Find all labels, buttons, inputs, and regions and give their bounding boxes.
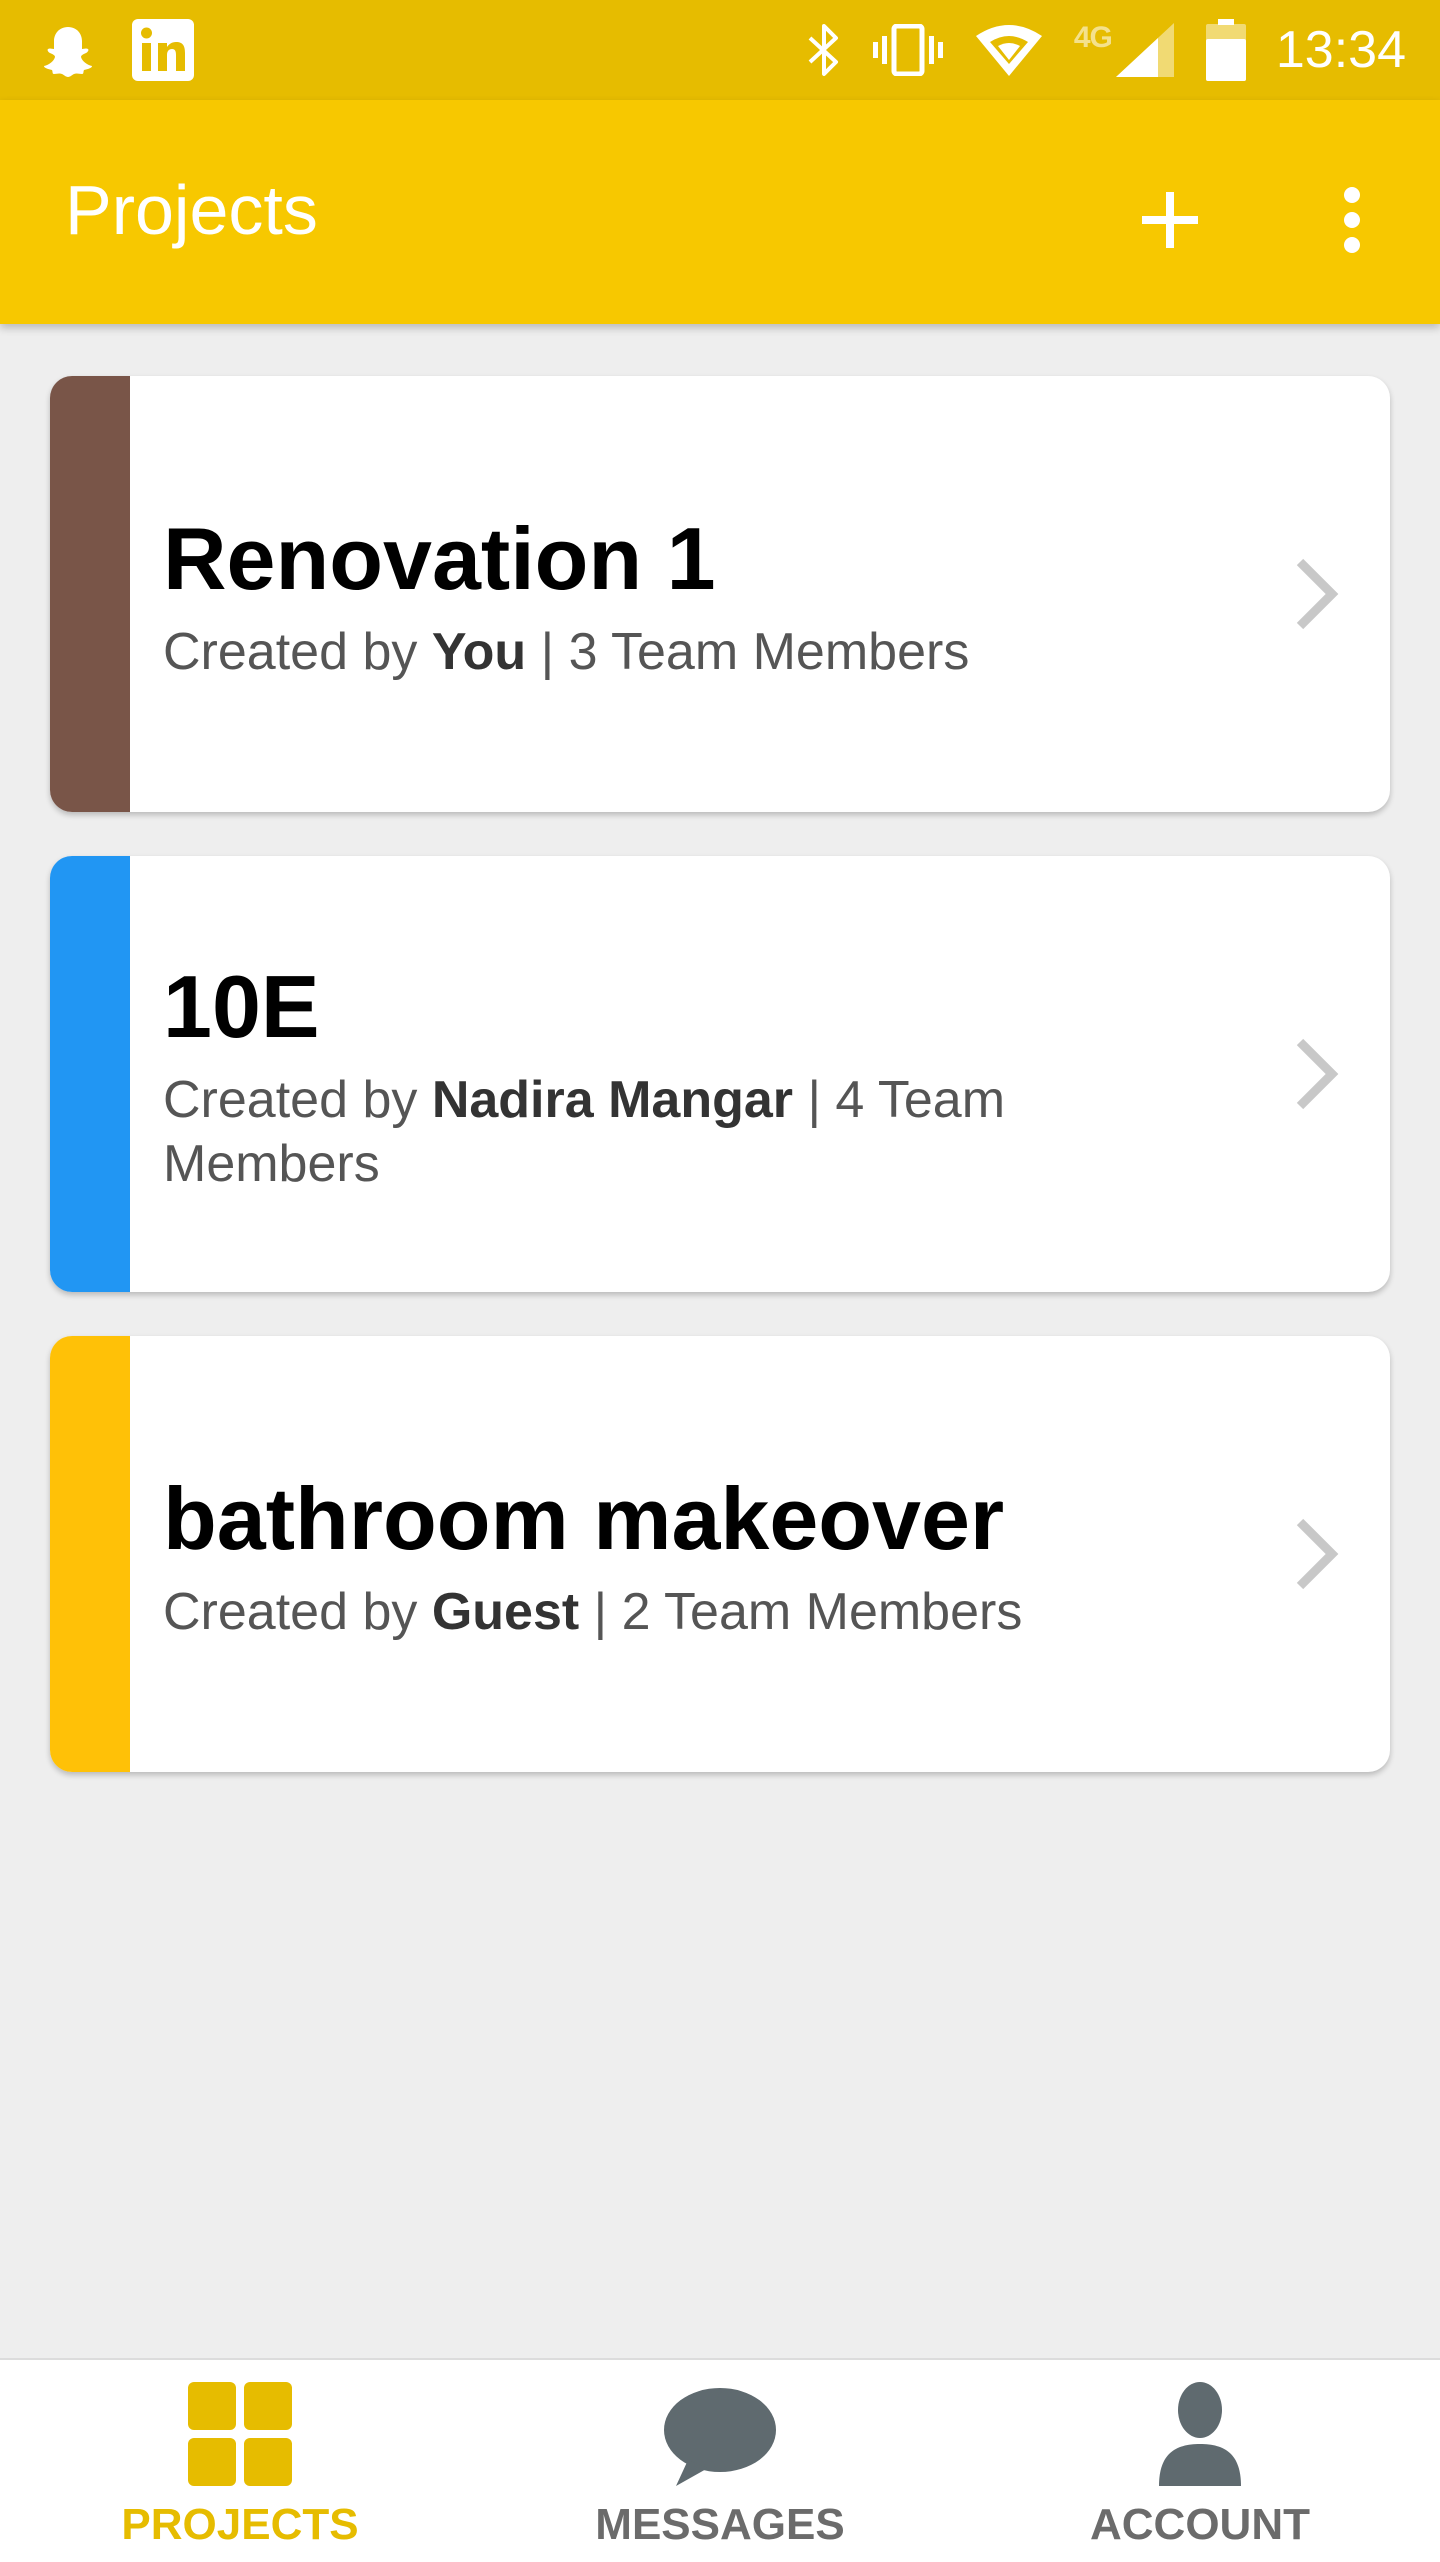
- plus-icon: [1142, 192, 1198, 248]
- project-creator: Guest: [431, 1583, 580, 1641]
- linkedin-icon: [132, 19, 194, 81]
- status-bar-right: 4G 13:34: [806, 14, 1406, 86]
- project-list: Renovation 1 Created by You | 3 Team Mem…: [50, 376, 1390, 1816]
- more-vert-icon: [1344, 187, 1360, 253]
- project-meta: Created by Nadira Mangar | 4 Team Member…: [163, 1068, 1200, 1196]
- project-card-body: 10E Created by Nadira Mangar | 4 Team Me…: [163, 856, 1200, 1292]
- project-color-stripe: [50, 856, 130, 1292]
- project-card[interactable]: bathroom makeover Created by Guest | 2 T…: [50, 1336, 1390, 1772]
- add-project-button[interactable]: [1130, 180, 1210, 260]
- tab-projects[interactable]: PROJECTS: [60, 2360, 420, 2562]
- vibrate-icon: [872, 24, 944, 76]
- project-color-stripe: [50, 1336, 130, 1772]
- project-card[interactable]: 10E Created by Nadira Mangar | 4 Team Me…: [50, 856, 1390, 1292]
- overflow-menu-button[interactable]: [1320, 180, 1384, 260]
- project-meta: Created by You | 3 Team Members: [163, 620, 1200, 684]
- tab-account[interactable]: ACCOUNT: [1020, 2360, 1380, 2562]
- tab-messages-label: MESSAGES: [595, 2500, 845, 2549]
- tab-messages[interactable]: MESSAGES: [540, 2360, 900, 2562]
- created-by-label: Created by: [163, 623, 432, 681]
- project-creator: You: [431, 623, 527, 681]
- tab-account-label: ACCOUNT: [1090, 2500, 1310, 2549]
- status-time: 13:34: [1275, 21, 1406, 79]
- project-name: 10E: [163, 957, 320, 1056]
- person-icon: [1159, 2382, 1241, 2486]
- status-bar: 4G 13:34: [0, 0, 1440, 100]
- bottom-navigation: PROJECTS MESSAGES ACCOUNT: [0, 2358, 1440, 2562]
- network-type-label: 4G: [1073, 21, 1113, 54]
- wifi-icon: [974, 22, 1044, 78]
- snapchat-icon: [40, 23, 96, 77]
- chevron-right-icon: [1296, 558, 1339, 630]
- app-toolbar: Projects: [0, 100, 1440, 324]
- page-title: Projects: [65, 171, 318, 249]
- project-card[interactable]: Renovation 1 Created by You | 3 Team Mem…: [50, 376, 1390, 812]
- project-name: Renovation 1: [163, 509, 716, 608]
- team-members-count: | 3 Team Members: [526, 623, 970, 681]
- battery-icon: [1205, 19, 1246, 81]
- project-creator: Nadira Mangar: [431, 1071, 794, 1129]
- chat-bubble-icon: [664, 2388, 776, 2486]
- status-bar-left: [40, 19, 194, 81]
- project-color-stripe: [50, 376, 130, 812]
- created-by-label: Created by: [163, 1583, 432, 1641]
- grid-icon: [188, 2382, 292, 2486]
- chevron-right-icon: [1296, 1038, 1339, 1110]
- bluetooth-icon: [806, 22, 842, 78]
- team-members-count: | 2 Team Members: [579, 1583, 1023, 1641]
- created-by-label: Created by: [163, 1071, 432, 1129]
- project-card-body: Renovation 1 Created by You | 3 Team Mem…: [163, 376, 1200, 812]
- project-meta: Created by Guest | 2 Team Members: [163, 1580, 1200, 1644]
- project-card-body: bathroom makeover Created by Guest | 2 T…: [163, 1336, 1200, 1772]
- tab-projects-label: PROJECTS: [121, 2500, 359, 2549]
- chevron-right-icon: [1296, 1518, 1339, 1590]
- signal-icon: 4G: [1074, 21, 1176, 79]
- project-name: bathroom makeover: [163, 1469, 1005, 1568]
